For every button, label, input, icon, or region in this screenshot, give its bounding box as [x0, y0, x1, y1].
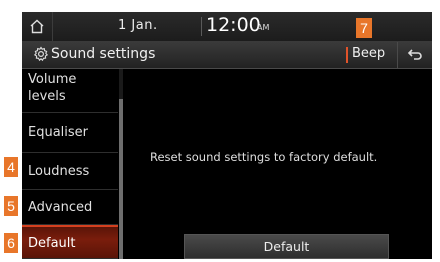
callout-number: 5: [4, 196, 18, 216]
status-divider: [201, 17, 202, 36]
home-button[interactable]: [22, 12, 53, 41]
menu-item-label: Loudness: [28, 164, 90, 179]
menu-scrollbar-thumb[interactable]: [119, 99, 123, 259]
beep-button[interactable]: Beep: [352, 46, 385, 61]
menu-item-default[interactable]: Default: [22, 225, 118, 259]
callout-number: 4: [4, 157, 18, 177]
default-button[interactable]: Default: [184, 234, 389, 259]
menu-item-label: Equaliser: [28, 125, 89, 140]
menu-item-label: Default: [28, 236, 76, 251]
sound-settings-menu: Volume levels Equaliser Loudness Advance…: [22, 69, 122, 259]
gear-icon: [33, 46, 49, 62]
time-display: 12:00: [206, 14, 261, 36]
date-display: 1 Jan.: [118, 18, 158, 33]
back-arrow-icon: [407, 49, 422, 60]
reset-message: Reset sound settings to factory default.: [150, 150, 378, 164]
callout-number: 6: [4, 233, 18, 253]
menu-item-equaliser[interactable]: Equaliser: [22, 113, 118, 153]
head-unit-screen: 1 Jan. 12:00 AM Sound settings Beep Volu…: [22, 12, 432, 259]
title-bar: Sound settings Beep: [22, 42, 432, 69]
home-icon: [30, 19, 44, 34]
back-button[interactable]: [398, 42, 432, 68]
menu-item-label: levels: [28, 89, 66, 104]
page-title: Sound settings: [51, 46, 156, 62]
menu-item-label: Volume: [28, 72, 77, 87]
menu-item-advanced[interactable]: Advanced: [22, 190, 118, 225]
menu-item-volume-levels[interactable]: Volume levels: [22, 69, 118, 113]
menu-item-loudness[interactable]: Loudness: [22, 153, 118, 190]
callout-number: 7: [356, 18, 372, 38]
menu-item-label: Advanced: [28, 200, 93, 215]
beep-marker: [346, 47, 348, 63]
ampm-indicator: AM: [257, 23, 270, 32]
